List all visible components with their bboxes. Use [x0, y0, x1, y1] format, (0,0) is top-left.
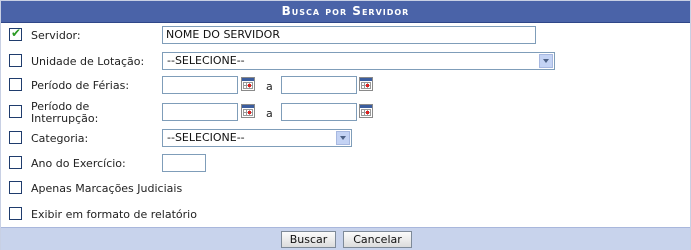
- button-bar: Buscar Cancelar: [1, 227, 690, 250]
- categoria-label: Categoria:: [31, 132, 89, 145]
- panel-title: Busca por Servidor: [1, 1, 690, 23]
- relatorio-label: Exibir em formato de relatório: [31, 208, 197, 221]
- ferias-start-input[interactable]: [162, 76, 238, 94]
- judiciais-label: Apenas Marcações Judiciais: [31, 182, 183, 195]
- calendar-icon[interactable]: [241, 104, 255, 118]
- calendar-icon[interactable]: [241, 77, 255, 91]
- relatorio-checkbox[interactable]: [9, 207, 22, 220]
- search-panel: Busca por Servidor ✔ Servidor: NOME DO S…: [0, 0, 691, 250]
- unidade-selected: --SELECIONE--: [167, 54, 245, 67]
- interrupcao-start-input[interactable]: [162, 103, 238, 121]
- ano-checkbox[interactable]: [9, 156, 22, 169]
- row-relatorio: Exibir em formato de relatório: [1, 206, 690, 224]
- row-unidade: Unidade de Lotação: --SELECIONE--: [1, 52, 690, 72]
- buscar-button[interactable]: Buscar: [281, 231, 336, 248]
- ferias-checkbox[interactable]: [9, 78, 22, 91]
- cancelar-button[interactable]: Cancelar: [343, 231, 412, 248]
- interrupcao-label-line2: Interrupção:: [31, 112, 99, 125]
- interrupcao-separator: a: [266, 107, 273, 120]
- check-icon: ✔: [11, 26, 22, 40]
- row-ferias: Período de Férias: a: [1, 76, 690, 96]
- ferias-separator: a: [266, 80, 273, 93]
- row-servidor: ✔ Servidor: NOME DO SERVIDOR: [1, 26, 690, 46]
- chevron-down-icon[interactable]: [336, 131, 350, 145]
- servidor-checkbox[interactable]: ✔: [9, 26, 22, 41]
- row-ano: Ano do Exercício:: [1, 154, 690, 174]
- calendar-icon[interactable]: [359, 77, 373, 91]
- servidor-input[interactable]: NOME DO SERVIDOR: [162, 26, 536, 44]
- judiciais-checkbox[interactable]: [9, 181, 22, 194]
- ano-input[interactable]: [162, 154, 206, 172]
- interrupcao-end-input[interactable]: [281, 103, 357, 121]
- row-judiciais: Apenas Marcações Judiciais: [1, 180, 690, 198]
- calendar-icon[interactable]: [359, 104, 373, 118]
- servidor-label: Servidor:: [31, 29, 81, 42]
- categoria-checkbox[interactable]: [9, 131, 22, 144]
- ferias-label: Período de Férias:: [31, 79, 130, 92]
- ferias-end-input[interactable]: [281, 76, 357, 94]
- chevron-down-icon[interactable]: [539, 54, 553, 68]
- row-categoria: Categoria: --SELECIONE--: [1, 129, 690, 149]
- unidade-label: Unidade de Lotação:: [31, 55, 145, 68]
- interrupcao-checkbox[interactable]: [9, 105, 22, 118]
- categoria-select[interactable]: --SELECIONE--: [162, 129, 352, 147]
- ano-label: Ano do Exercício:: [31, 157, 126, 170]
- unidade-checkbox[interactable]: [9, 54, 22, 67]
- row-interrupcao: Período de Interrupção: a: [1, 100, 690, 126]
- categoria-selected: --SELECIONE--: [167, 131, 245, 144]
- unidade-select[interactable]: --SELECIONE--: [162, 52, 555, 70]
